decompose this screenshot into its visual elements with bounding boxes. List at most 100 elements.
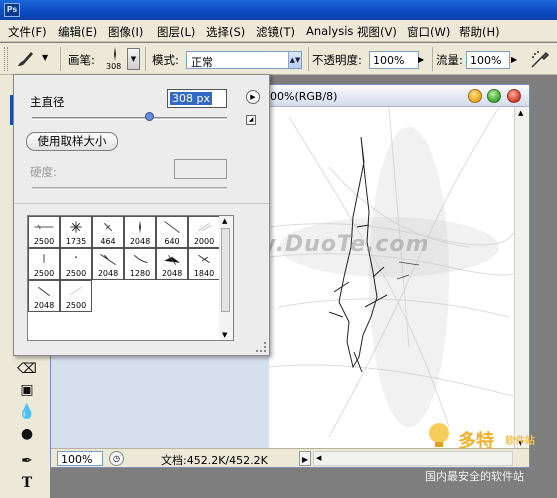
menu-select[interactable]: 选择(S) (206, 24, 245, 40)
close-button[interactable] (507, 89, 521, 103)
brush-preset-size: 464 (100, 237, 116, 246)
type-tool[interactable]: T (17, 473, 37, 493)
brush-tool-preset-picker[interactable]: ▼ (14, 48, 54, 70)
bulb-logo-icon (429, 423, 449, 447)
photoshop-app-icon[interactable]: Ps (4, 3, 20, 17)
master-diameter-field[interactable]: 308 px (167, 89, 227, 108)
flow-label: 流量: (436, 53, 463, 67)
mode-select[interactable]: 正常 ▲▼ (186, 51, 302, 69)
grip-handle[interactable] (4, 47, 8, 71)
brush-thumbnail (100, 253, 116, 266)
brush-preset[interactable]: 2500 (60, 248, 92, 280)
opacity-slider-button[interactable]: ▶ (418, 52, 428, 68)
maximize-button[interactable] (487, 89, 501, 103)
flow-field[interactable]: 100% (466, 51, 510, 69)
brush-preset-popup: 主直径 308 px ▶ ◢ 使用取样大小 硬度: 2500 1735 464 … (13, 74, 270, 356)
brush-preset[interactable]: 640 (156, 216, 188, 248)
brush-preset[interactable]: 2500 (60, 280, 92, 312)
airbrush-button[interactable] (529, 48, 551, 70)
scroll-left-arrow-icon[interactable]: ◀ (316, 454, 321, 462)
brush-preset[interactable]: 2048 (156, 248, 188, 280)
pen-tool[interactable]: ✒ (17, 451, 37, 471)
reset-icon: ◢ (248, 116, 254, 123)
brush-preset[interactable]: 464 (92, 216, 124, 248)
brush-label: 画笔: (68, 53, 95, 67)
separator (145, 47, 146, 71)
opacity-field[interactable]: 100% (369, 51, 419, 69)
blur-tool[interactable]: 💧 (17, 402, 37, 422)
scroll-down-arrow-icon[interactable]: ▼ (222, 331, 227, 339)
flow-slider-button[interactable]: ▶ (511, 52, 521, 68)
brush-preset[interactable]: 1840 (188, 248, 220, 280)
menu-analysis[interactable]: Analysis (306, 24, 353, 38)
menu-filter[interactable]: 滤镜(T) (256, 24, 295, 40)
menu-view[interactable]: 视图(V) (357, 24, 397, 40)
scroll-thumb[interactable] (221, 228, 230, 312)
resize-grip[interactable] (256, 342, 266, 352)
tool-options-bar: ▼ 画笔: 308 ▼ 模式: 正常 ▲▼ 不透明度: 100% ▶ 流量: 1… (0, 43, 557, 75)
status-arrow-button[interactable]: ▶ (299, 451, 311, 466)
minimize-button[interactable] (468, 89, 482, 103)
zoom-value: 100% (61, 453, 93, 466)
hardness-slider[interactable] (32, 187, 227, 190)
brush-preset[interactable]: 1280 (124, 248, 156, 280)
image-canvas[interactable] (269, 107, 516, 449)
hardness-field[interactable] (174, 159, 227, 179)
brush-tool-icon (18, 52, 33, 66)
opacity-value: 100% (373, 54, 405, 67)
gradient-tool[interactable]: ▣ (17, 380, 37, 400)
chevron-down-icon: ▼ (130, 55, 137, 63)
mode-label: 模式: (152, 53, 179, 67)
brush-thumbnail (139, 220, 141, 234)
status-menu-button[interactable]: ◷ (109, 451, 124, 466)
brush-thumbnail (43, 254, 45, 263)
brush-picker-button[interactable]: ▼ (127, 48, 140, 70)
eraser-icon: ⌫ (17, 361, 37, 377)
app-titlebar: Ps (0, 0, 557, 20)
brush-thumbnail (103, 222, 113, 232)
brush-preset[interactable]: 1735 (60, 216, 92, 248)
brush-thumbnail (164, 221, 180, 233)
brush-preset-size: 1735 (65, 237, 87, 246)
updown-arrow-icon: ▲▼ (288, 52, 301, 68)
menu-layer[interactable]: 图层(L) (157, 24, 195, 40)
brush-preset-grid: 2500 1735 464 2048 640 2000 2500 2500 20… (27, 215, 232, 341)
brush-preset[interactable]: 2048 (28, 280, 60, 312)
play-arrow-icon: ▶ (250, 93, 256, 101)
master-diameter-slider[interactable] (32, 117, 227, 120)
dodge-tool[interactable]: ● (17, 424, 37, 444)
menu-bar: 文件(F) 编辑(E) 图像(I) 图层(L) 选择(S) 滤镜(T) Anal… (0, 20, 557, 42)
menu-help[interactable]: 帮助(H) (459, 24, 500, 40)
scroll-up-arrow-icon[interactable]: ▲ (222, 217, 227, 225)
type-icon: T (21, 475, 33, 491)
brand-title-suffix: 软件站 (505, 436, 535, 447)
menu-edit[interactable]: 编辑(E) (58, 24, 97, 40)
brush-grid-scrollbar[interactable]: ▲ ▼ (219, 215, 234, 341)
eraser-tool[interactable]: ⌫ (17, 359, 37, 379)
reset-icon-button[interactable]: ◢ (246, 115, 256, 125)
horizontal-scrollbar[interactable]: ◀ (313, 451, 513, 466)
brush-preset[interactable]: 2048 (92, 248, 124, 280)
brush-preset-size: 1840 (193, 269, 215, 278)
use-sample-size-button[interactable]: 使用取样大小 (26, 132, 118, 151)
menu-file[interactable]: 文件(F) (8, 24, 47, 40)
dodge-icon: ● (20, 426, 34, 442)
brush-preset-size: 2500 (65, 269, 87, 278)
brush-preset[interactable]: 2000 (188, 216, 220, 248)
brush-preset[interactable]: 2048 (124, 216, 156, 248)
separator (60, 47, 61, 71)
brush-preset-size: 640 (164, 237, 180, 246)
brush-stroke-artwork (269, 107, 516, 438)
brush-preview[interactable]: 308 (104, 46, 126, 73)
zoom-field[interactable]: 100% (57, 451, 103, 466)
brush-thumbnail (164, 254, 180, 265)
vertical-scrollbar[interactable]: ▲ ▼ (514, 107, 529, 449)
scroll-up-arrow-icon[interactable]: ▲ (518, 109, 523, 117)
menu-image[interactable]: 图像(I) (108, 24, 143, 40)
brush-preset-size: 2048 (161, 269, 183, 278)
popup-menu-button[interactable]: ▶ (246, 90, 260, 104)
brush-preset[interactable]: 2500 (28, 216, 60, 248)
brush-preset[interactable]: 2500 (28, 248, 60, 280)
master-diameter-slider-thumb[interactable] (145, 112, 154, 121)
menu-window[interactable]: 窗口(W) (407, 24, 450, 40)
